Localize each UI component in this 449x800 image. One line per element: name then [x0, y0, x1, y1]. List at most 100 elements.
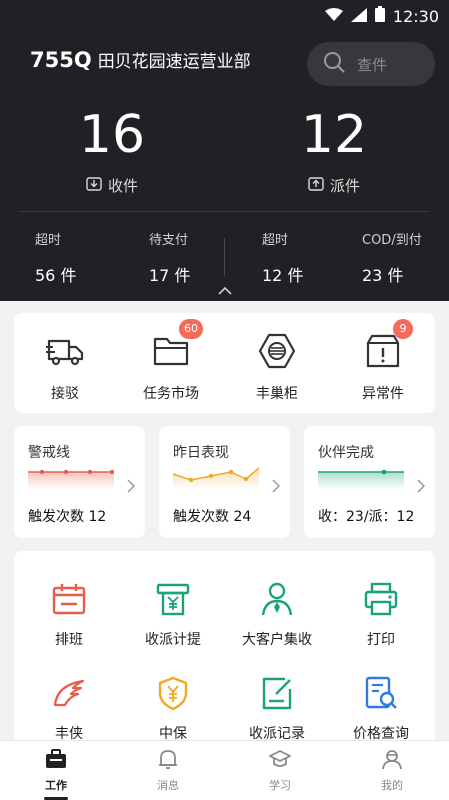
yuan-machine-icon — [155, 581, 191, 617]
calendar-icon — [51, 581, 87, 617]
exception-badge: 9 — [393, 319, 413, 339]
metric-value: 收：23/派：12 — [318, 509, 415, 525]
tool-label: 打印 — [367, 632, 395, 648]
metric-sparkline — [26, 464, 118, 494]
quick-action-label: 任务市场 — [143, 386, 199, 402]
wing-icon — [51, 675, 87, 711]
received-stat[interactable]: 16 收件 — [37, 109, 187, 196]
sub-stat-label: 超时 — [262, 233, 289, 248]
quick-action-label: 接驳 — [51, 386, 79, 402]
tool-price-query[interactable]: 价格查询 — [326, 675, 435, 743]
chevron-right-icon — [127, 478, 136, 497]
price-search-icon — [363, 675, 399, 711]
branch-name: 田贝花园速运营业部 — [97, 52, 251, 72]
tool-commission[interactable]: 收派计提 — [118, 581, 228, 649]
nav-label: 工作 — [45, 779, 67, 792]
folder-icon: 60 — [151, 319, 203, 371]
nav-tab-messages[interactable]: 消息 — [128, 747, 208, 793]
dispatched-stat[interactable]: 12 派件 — [259, 109, 409, 196]
sub-stat-pending-payment[interactable]: 待支付 17 件 — [149, 229, 190, 286]
nav-label: 我的 — [381, 779, 403, 792]
tool-label: 排班 — [55, 632, 83, 648]
quick-action-locker[interactable]: 丰巢柜 — [232, 331, 322, 403]
sub-stat-label: COD/到付 — [362, 233, 422, 248]
nav-tab-profile[interactable]: 我的 — [352, 747, 432, 793]
sub-stat-dispatch-overtime[interactable]: 超时 12 件 — [262, 229, 303, 286]
dispatched-label: 派件 — [329, 177, 360, 195]
tool-print[interactable]: 打印 — [326, 581, 435, 649]
search-button[interactable]: 查件 — [307, 42, 435, 86]
received-count: 16 — [78, 105, 146, 165]
header: 755Q 田贝花园速运营业部 查件 16 收件 12 派件 超时 56 件 待支付 — [0, 33, 449, 301]
nav-tab-study[interactable]: 学习 — [240, 747, 320, 793]
sub-stat-cod[interactable]: COD/到付 23 件 — [362, 229, 422, 286]
quick-action-exception[interactable]: 9 异常件 — [338, 319, 428, 403]
record-edit-icon — [259, 675, 295, 711]
sub-stat-label: 待支付 — [149, 233, 189, 248]
study-icon — [240, 747, 320, 775]
bottom-nav: 工作 消息 学习 我的 — [0, 740, 449, 800]
outbox-icon — [308, 176, 324, 196]
tool-delivery-record[interactable]: 收派记录 — [222, 675, 332, 743]
status-bar: 12:30 — [0, 0, 449, 33]
work-icon — [16, 747, 96, 775]
quick-action-task-market[interactable]: 60 任务市场 — [126, 319, 216, 403]
truck-icon — [45, 331, 85, 371]
metric-sparkline — [316, 464, 408, 494]
bell-icon — [128, 747, 208, 775]
sub-stat-label: 超时 — [35, 233, 62, 248]
metric-title: 警戒线 — [28, 445, 70, 461]
header-divider — [20, 211, 429, 212]
received-label: 收件 — [107, 177, 138, 195]
status-icons: 12:30 — [324, 6, 439, 26]
sub-stat-value: 12 件 — [262, 266, 304, 285]
task-market-badge: 60 — [179, 319, 203, 339]
quick-actions-card: 接驳 60 任务市场 丰巢柜 9 异常件 — [14, 313, 435, 413]
vip-person-icon — [259, 581, 295, 617]
quick-action-transfer[interactable]: 接驳 — [20, 331, 110, 403]
inbox-icon — [86, 176, 102, 196]
nav-label: 学习 — [269, 779, 291, 792]
branch-code: 755Q — [30, 48, 92, 72]
metric-title: 昨日表现 — [173, 445, 229, 461]
nav-tab-work[interactable]: 工作 — [16, 747, 96, 800]
printer-icon — [363, 581, 399, 617]
sub-stat-received-overtime[interactable]: 超时 56 件 — [35, 229, 76, 286]
profile-icon — [352, 747, 432, 775]
metric-title: 伙伴完成 — [318, 445, 374, 461]
battery-icon — [374, 6, 385, 26]
quick-action-label: 丰巢柜 — [256, 386, 298, 402]
collapse-chevron-icon[interactable] — [217, 281, 233, 300]
search-icon — [323, 51, 345, 77]
metric-sparkline — [171, 464, 263, 494]
branch-title: 755Q 田贝花园速运营业部 — [30, 47, 251, 72]
nav-label: 消息 — [157, 779, 179, 792]
tool-label: 大客户集收 — [242, 632, 312, 648]
sub-stat-value: 17 件 — [149, 266, 191, 285]
exception-box-icon: 9 — [363, 319, 413, 371]
metric-card-yesterday[interactable]: 昨日表现 触发次数 24 — [159, 426, 290, 538]
metric-card-alert-line[interactable]: 警戒线 触发次数 12 — [14, 426, 145, 538]
chevron-right-icon — [272, 478, 281, 497]
tool-insurance[interactable]: 中保 — [118, 675, 228, 743]
search-placeholder: 查件 — [357, 55, 388, 74]
sub-stat-value: 56 件 — [35, 266, 77, 285]
chevron-right-icon — [417, 478, 426, 497]
metric-card-partner[interactable]: 伙伴完成 收：23/派：12 — [304, 426, 435, 538]
metric-value: 触发次数 12 — [28, 509, 107, 525]
tool-schedule[interactable]: 排班 — [14, 581, 124, 649]
locker-icon — [257, 331, 297, 371]
dispatched-count: 12 — [300, 105, 368, 165]
tool-label: 收派计提 — [145, 632, 201, 648]
tool-fengxia[interactable]: 丰侠 — [14, 675, 124, 743]
wifi-icon — [324, 7, 343, 26]
tools-card: 排班 收派计提 大客户集收 打印 丰侠 中保 收派记录 价格查询 — [14, 551, 435, 751]
metric-value: 触发次数 24 — [173, 509, 252, 525]
sub-stat-divider — [224, 238, 225, 276]
quick-action-label: 异常件 — [362, 386, 404, 402]
insurance-shield-icon — [155, 675, 191, 711]
tool-key-account[interactable]: 大客户集收 — [222, 581, 332, 649]
sub-stat-value: 23 件 — [362, 266, 404, 285]
signal-icon — [350, 7, 367, 26]
status-time: 12:30 — [392, 6, 439, 26]
